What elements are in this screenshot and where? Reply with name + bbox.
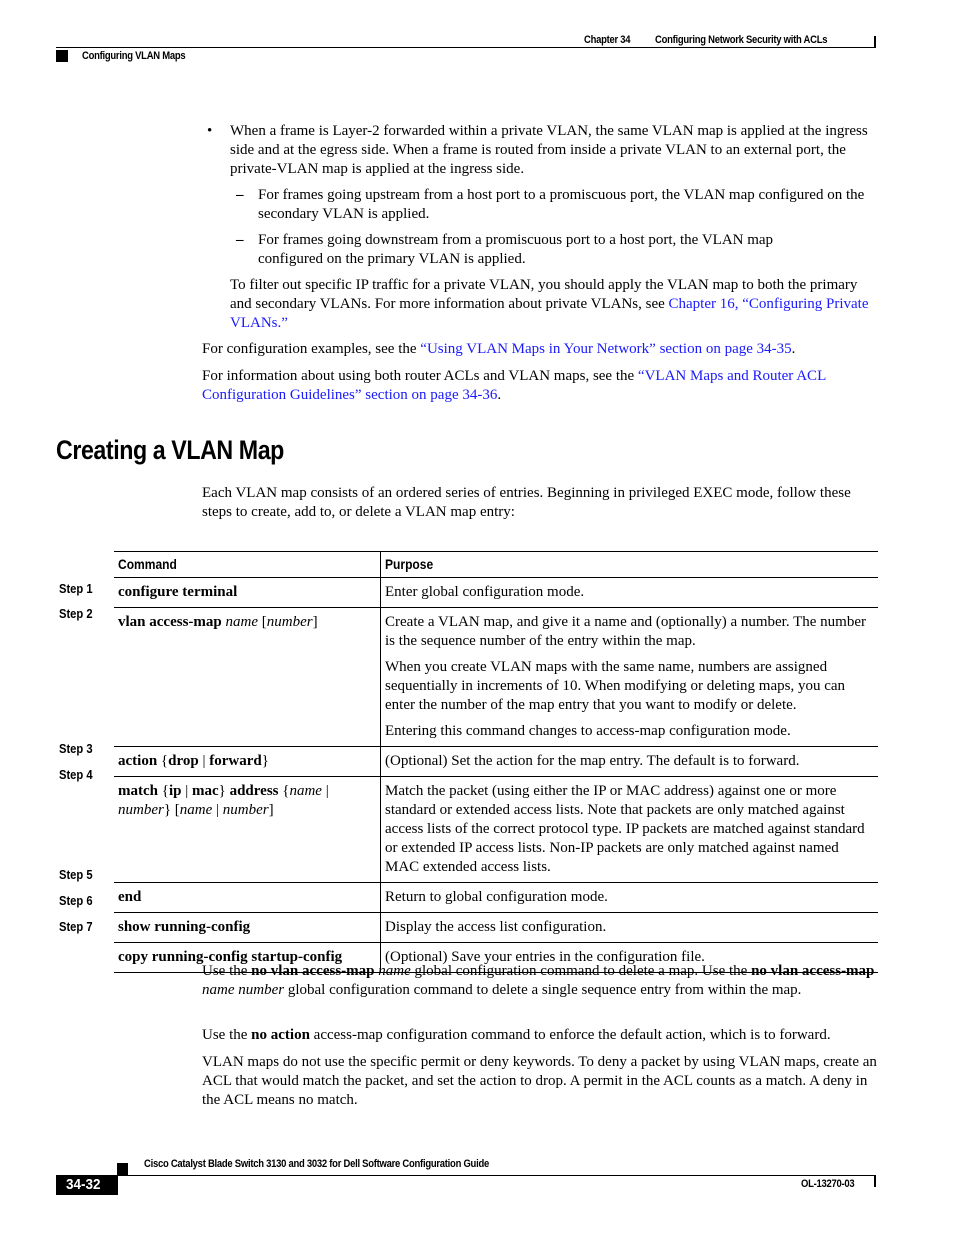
purpose-cell: Enter global configuration mode. — [385, 584, 585, 600]
section-title: Creating a VLAN Map — [56, 435, 284, 465]
router-text: For information about using both router … — [202, 368, 638, 384]
steps-table: Command Purpose configure terminal Enter… — [114, 551, 878, 973]
permit-deny-paragraph: VLAN maps do not use the specific permit… — [202, 1054, 877, 1108]
dash-icon: – — [236, 232, 244, 248]
router-acl-paragraph: For information about using both router … — [202, 367, 882, 405]
header-rule — [56, 47, 876, 48]
step-label: Step 6 — [59, 893, 93, 908]
bullet-icon: • — [207, 123, 213, 139]
command-cell: show running-config — [114, 912, 381, 943]
column-header-purpose: Purpose — [385, 556, 434, 572]
footer-doc-id: OL-13270-03 — [801, 1178, 855, 1190]
step-label: Step 1 — [59, 581, 93, 596]
table-row: match {ip | mac} address {name | number}… — [114, 776, 878, 883]
examples-text: For configuration examples, see the — [202, 341, 421, 357]
header-section: Configuring VLAN Maps — [82, 50, 186, 62]
dash-downstream: For frames going downstream from a promi… — [258, 232, 774, 267]
footer-guide-title: Cisco Catalyst Blade Switch 3130 and 303… — [144, 1158, 489, 1170]
table-row: action {drop | forward} (Optional) Set t… — [114, 746, 878, 777]
dash-icon: – — [236, 187, 244, 203]
header-chapter: Chapter 34 — [584, 34, 631, 46]
purpose-cell: Return to global configuration mode. — [385, 889, 608, 905]
step-label: Step 2 — [59, 606, 93, 621]
header-rule-tick — [874, 36, 876, 48]
purpose-cell: Display the access list configuration. — [385, 919, 607, 935]
link-using-vlan-maps[interactable]: “Using VLAN Maps in Your Network” sectio… — [420, 341, 791, 357]
table-row: configure terminal Enter global configur… — [114, 577, 878, 608]
examples-end: . — [791, 341, 796, 357]
command-cell: vlan access-map name [number] — [114, 607, 381, 747]
purpose-cell: Match the packet (using either the IP or… — [385, 783, 865, 875]
footer-marker — [117, 1163, 128, 1175]
step-label: Step 4 — [59, 767, 93, 782]
no-vlan-access-map-paragraph: Use the no vlan access-map name global c… — [202, 963, 875, 998]
filter-paragraph: To filter out specific IP traffic for a … — [230, 276, 880, 333]
page-number: 34-32 — [66, 1176, 101, 1193]
examples-paragraph: For configuration examples, see the “Usi… — [202, 340, 882, 359]
section-intro: Each VLAN map consists of an ordered ser… — [202, 485, 851, 520]
column-header-command: Command — [114, 551, 381, 578]
step-label: Step 3 — [59, 741, 93, 756]
bullet-private-vlan: When a frame is Layer-2 forwarded within… — [230, 123, 868, 177]
router-end: . — [497, 387, 502, 403]
header-section-marker — [56, 50, 68, 62]
footer-rule-tick — [874, 1175, 876, 1187]
no-action-paragraph: Use the no action access-map configurati… — [202, 1027, 831, 1043]
command-cell: match {ip | mac} address {name | number}… — [114, 776, 381, 883]
command-cell: configure terminal — [114, 577, 381, 608]
header-chapter-title: Configuring Network Security with ACLs — [655, 34, 828, 46]
command-cell: end — [114, 882, 381, 913]
table-row: show running-config Display the access l… — [114, 912, 878, 943]
table-row: vlan access-map name [number] Create a V… — [114, 607, 878, 747]
table-header-row: Command Purpose — [114, 551, 878, 578]
step-label: Step 7 — [59, 919, 93, 934]
footer-rule — [117, 1175, 876, 1176]
dash-upstream: For frames going upstream from a host po… — [258, 187, 865, 222]
step-label: Step 5 — [59, 867, 93, 882]
command-cell: action {drop | forward} — [114, 746, 381, 777]
purpose-cell: (Optional) Set the action for the map en… — [385, 753, 800, 769]
table-row: end Return to global configuration mode. — [114, 882, 878, 913]
purpose-cell: Create a VLAN map, and give it a name an… — [385, 614, 866, 739]
